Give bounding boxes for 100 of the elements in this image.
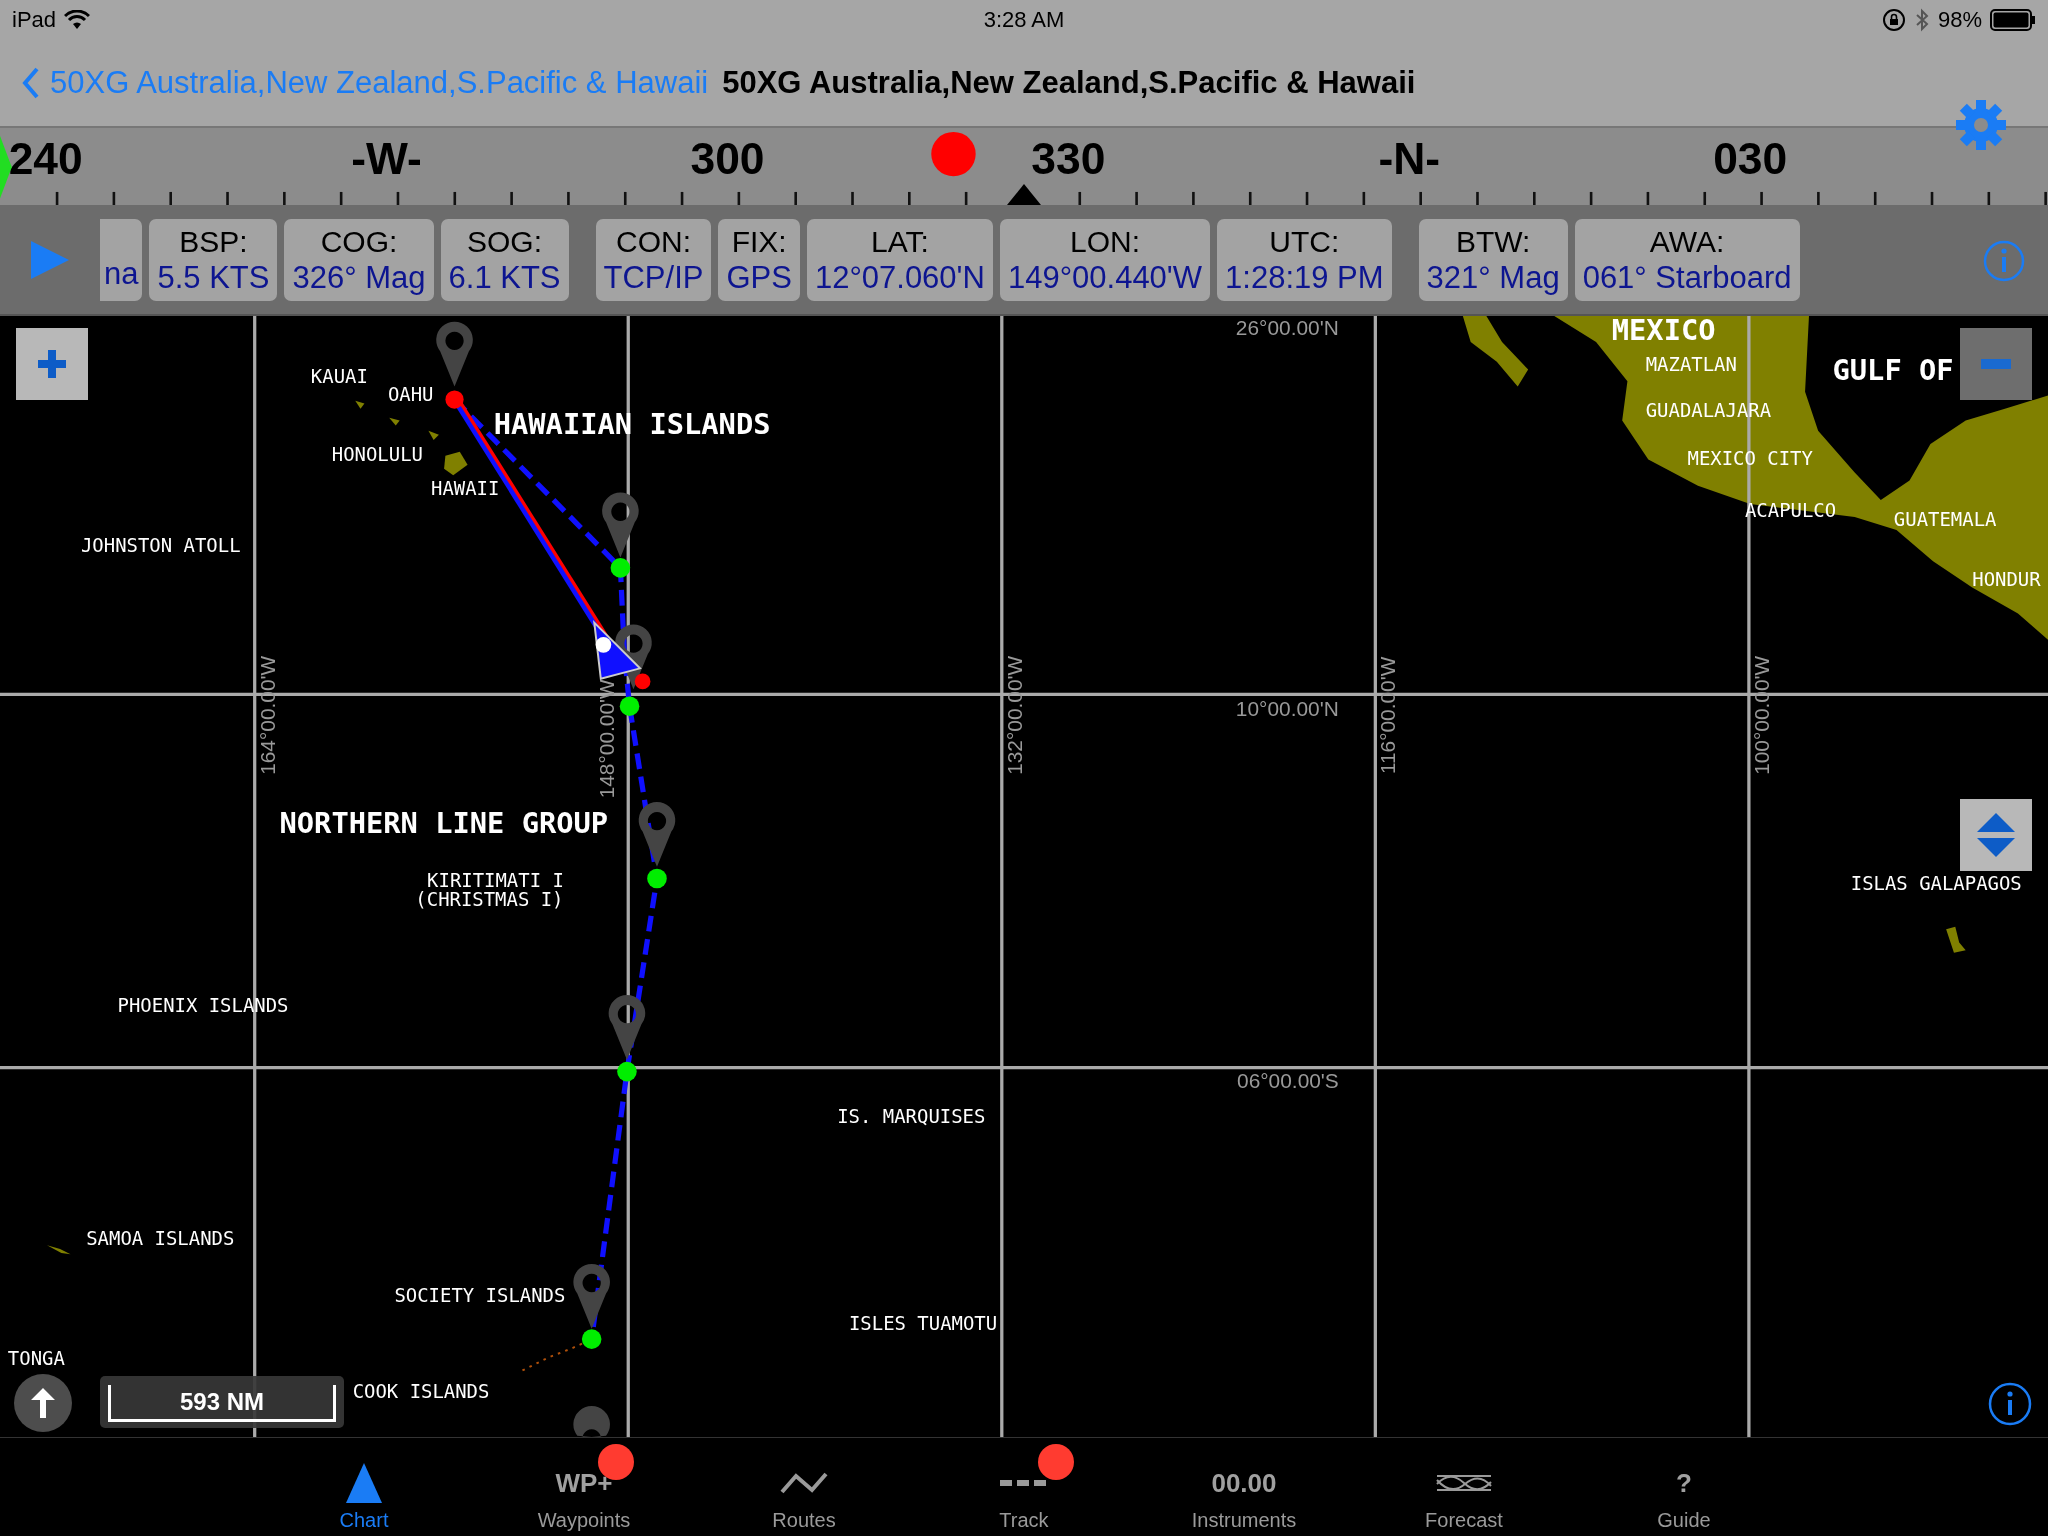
start-point-dot: [445, 390, 464, 409]
place-label: KAUAI: [310, 364, 368, 387]
place-label: SOCIETY ISLANDS: [394, 1283, 566, 1306]
tab-item[interactable]: Track: [914, 1438, 1134, 1536]
bar-icon: [1981, 359, 2011, 369]
instrument-label: FIX:: [731, 223, 787, 260]
place-label: HONOLULU: [331, 443, 423, 466]
device-name: iPad: [12, 6, 57, 33]
rotation-lock-icon: [1881, 7, 1906, 32]
up-down-button[interactable]: [1960, 799, 2032, 871]
bearing-marker-icon: [931, 131, 976, 177]
tab-item[interactable]: Routes: [694, 1438, 914, 1536]
place-label: JOHNSTON ATOLL: [81, 534, 241, 557]
land-area: [355, 400, 365, 409]
instrument-value: 1:28:19 PM: [1225, 259, 1384, 296]
longitude-label: 148°00.00'W: [595, 679, 619, 799]
page-title: 50XG Australia,New Zealand,S.Pacific & Hawaii: [722, 64, 1416, 101]
instrument-label: LAT:: [871, 223, 929, 260]
waypoint-dot[interactable]: [619, 696, 640, 716]
place-label: GULF OF: [1832, 353, 1954, 388]
longitude-label: 164°00.00'W: [255, 655, 279, 775]
tab-item[interactable]: Chart: [254, 1438, 474, 1536]
instrument-value: 326° Mag: [292, 259, 426, 296]
instrument-label: COG:: [320, 223, 398, 260]
place-label: KIRITIMATI I: [427, 868, 564, 891]
instrument-value: 6.1 KTS: [448, 259, 561, 296]
waypoint-dot[interactable]: [617, 1061, 637, 1082]
instrument-label: CON:: [616, 223, 691, 260]
destination-dot: [634, 673, 651, 690]
compass-label: 330: [1031, 133, 1106, 183]
zigzag-line-icon: [780, 1470, 828, 1496]
boat-icon: [593, 620, 642, 681]
place-label: MEXICO: [1611, 316, 1716, 347]
chart-triangle-icon: [346, 1463, 382, 1503]
waypoint-dot[interactable]: [647, 868, 667, 889]
instrument-label: AWA:: [1649, 223, 1725, 260]
place-label: TONGA: [7, 1347, 65, 1370]
tab-item[interactable]: WP+ Waypoints: [474, 1438, 694, 1536]
waypoint-dot[interactable]: [610, 558, 631, 578]
back-chevron-icon: [22, 66, 40, 99]
clock-time: 3:28 AM: [983, 6, 1065, 33]
info-icon[interactable]: [1987, 1381, 2033, 1427]
longitude-label: 132°00.00'W: [1002, 655, 1026, 775]
place-label: NORTHERN LINE GROUP: [279, 805, 609, 840]
longitude-label: 116°00.00'W: [1376, 656, 1400, 775]
latitude-label: 10°00.00'N: [1235, 696, 1339, 720]
instrument-value: na: [104, 255, 139, 292]
map-pin-icon[interactable]: [602, 492, 639, 558]
place-label: OAHU: [387, 383, 434, 406]
instrument-value: TCP/IP: [603, 259, 704, 296]
land-area: [444, 451, 468, 476]
instrument-value: 149°00.440'W: [1007, 259, 1203, 296]
latitude-label: 26°00.00'N: [1235, 316, 1339, 339]
wifi-icon: [64, 9, 91, 30]
tab-item[interactable]: Forecast: [1354, 1438, 1574, 1536]
plus-icon: [36, 348, 68, 380]
compass-label: -W-: [351, 133, 422, 183]
latitude-label: 06°00.00'S: [1237, 1068, 1339, 1092]
place-label: ISLES TUAMOTU: [849, 1312, 998, 1335]
place-label: (CHRISTMAS I): [415, 888, 564, 911]
instrument-label: UTC:: [1269, 223, 1340, 260]
compass-label: 300: [690, 133, 765, 183]
place-label: HONDUR: [1972, 568, 2041, 591]
tab-item[interactable]: ? Guide: [1574, 1438, 1794, 1536]
instrument-value: 061° Starboard: [1582, 259, 1792, 296]
dashed-line-icon: [1000, 1477, 1048, 1489]
up-arrow-icon: [31, 1388, 55, 1418]
scale-distance: 593 NM: [179, 1388, 264, 1416]
place-label: GUATEMALA: [1893, 508, 1997, 531]
longitude-label: 100°00.00'W: [1749, 655, 1773, 775]
place-label: ISLAS GALAPAGOS: [1850, 872, 2022, 895]
map-pin-icon[interactable]: [608, 995, 646, 1060]
place-label: MAZATLAN: [1645, 353, 1737, 376]
compass-label: 030: [1713, 133, 1788, 183]
zoom-in-button[interactable]: [16, 328, 88, 400]
instrument-label: BTW:: [1455, 223, 1531, 260]
place-label: HAWAII: [431, 477, 500, 500]
land-area: [389, 417, 400, 426]
instrument-value: 12°07.060'N: [814, 259, 985, 296]
land-area: [428, 430, 439, 440]
land-area: [1946, 926, 1966, 953]
instrument-label: LON:: [1069, 223, 1140, 260]
compass-label: 240: [8, 133, 83, 183]
compass-label: -N-: [1378, 133, 1441, 183]
instrument-value: 321° Mag: [1426, 259, 1560, 296]
place-label: SAMOA ISLANDS: [86, 1227, 235, 1250]
waypoint-dot[interactable]: [581, 1329, 602, 1349]
tab-item[interactable]: 00.00 Instruments: [1134, 1438, 1354, 1536]
instrument-label: SOG:: [467, 223, 543, 260]
instrument-value: GPS: [726, 259, 792, 296]
land-area: [47, 1245, 71, 1255]
land-area: [1462, 316, 1529, 387]
heading-pointer-icon: [0, 135, 12, 199]
place-label: IS. MARQUISES: [837, 1104, 986, 1127]
battery-icon: [1990, 8, 2036, 31]
instrument-value: 5.5 KTS: [157, 259, 270, 296]
instrument-label: BSP:: [179, 223, 248, 260]
place-label: COOK ISLANDS: [352, 1380, 490, 1403]
up-down-arrows-icon: [1976, 811, 2016, 859]
battery-percentage: 98%: [1937, 6, 1982, 33]
